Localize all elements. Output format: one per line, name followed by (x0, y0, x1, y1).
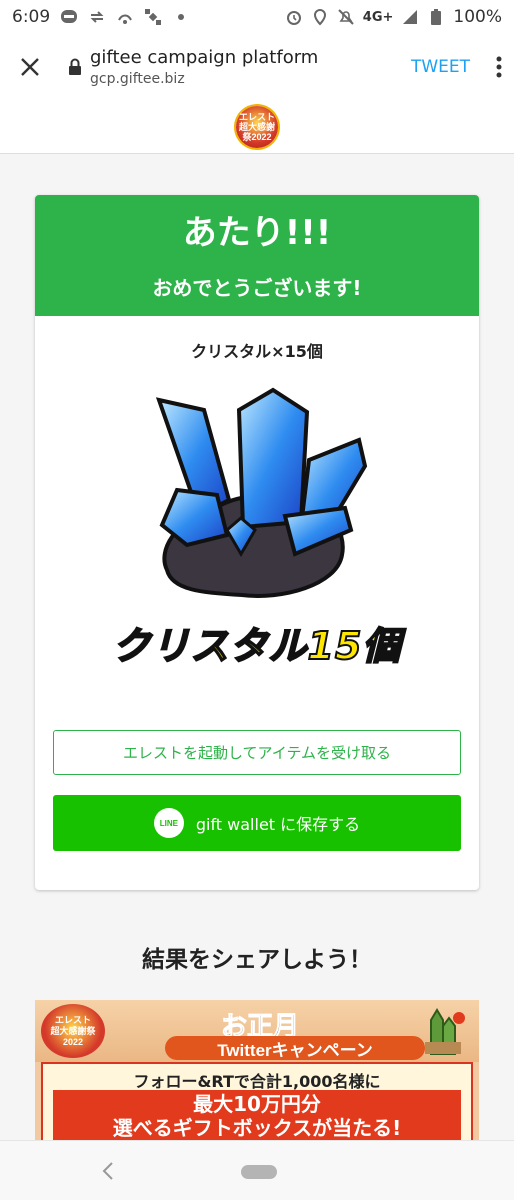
browser-toolbar: giftee campaign platform gcp.giftee.biz … (0, 34, 514, 100)
banner-emblem-line-1: エレスト (54, 1014, 91, 1025)
dot-icon (172, 8, 190, 26)
banner-campaign-label: Twitterキャンペーン (165, 1036, 425, 1060)
banner-prize-box: 最大10万円分 選べるギフトボックスが当たる! (53, 1090, 461, 1140)
banner-body: フォロー&RTで合計1,000名様に 最大10万円分 選べるギフトボックスが当た… (41, 1062, 473, 1140)
sync-icon (88, 8, 106, 26)
result-header: あたり!!! おめでとうございます! (35, 195, 479, 316)
back-button[interactable] (98, 1159, 118, 1183)
page-name: giftee campaign platform (90, 47, 319, 68)
tweet-button[interactable]: TWEET (397, 57, 484, 77)
banner-follow-text: フォロー&RTで合計1,000名様に (133, 1072, 381, 1091)
back-icon (102, 1162, 113, 1180)
lock-icon (60, 58, 90, 76)
home-pill-icon[interactable] (241, 1165, 277, 1179)
banner-emblem-line-2: 超大感謝祭 (50, 1025, 96, 1036)
kadomatsu-icon (425, 1008, 465, 1055)
line-logo-icon: LINE (153, 808, 184, 838)
battery-icon (427, 8, 445, 26)
prize-image-caption: クリスタル15個 (112, 623, 402, 669)
banner-prize-line-1: 最大10万円分 (193, 1092, 321, 1116)
receive-in-app-button[interactable]: エレストを起動してアイテムを受け取る (53, 730, 461, 775)
url-block[interactable]: giftee campaign platform gcp.giftee.biz (90, 46, 397, 88)
location-icon (311, 8, 329, 26)
satellite-icon (144, 8, 162, 26)
close-button[interactable] (0, 34, 60, 100)
alarm-icon (285, 8, 303, 26)
network-type: 4G+ (362, 9, 394, 25)
share-title: 結果をシェアしよう！ (142, 947, 372, 973)
close-icon (21, 58, 39, 76)
banner-emblem: エレスト 超大感謝祭 2022 (41, 1004, 105, 1058)
campaign-logo[interactable]: エレスト超大感謝祭2022 (236, 105, 278, 148)
battery-level: 100% (453, 7, 502, 27)
hit-title: あたり!!! (182, 213, 332, 253)
prize-image: クリスタル15個 (107, 380, 407, 670)
result-card: あたり!!! おめでとうございます! クリスタル×15個 クリスタル15個 エレ… (35, 195, 479, 890)
status-time: 6:09 (12, 7, 51, 27)
crystal-icon (155, 387, 368, 598)
more-vert-icon (496, 56, 502, 78)
system-nav-bar (0, 1140, 514, 1200)
campaign-banner[interactable]: エレスト 超大感謝祭 2022 お正月 Twitterキャンペーン フォロー&R… (35, 1000, 479, 1140)
prize-name: クリスタル×15個 (191, 342, 323, 361)
wallet-button-label: gift wallet に保存する (195, 815, 361, 834)
line-notification-icon (60, 8, 78, 26)
site-header: エレスト超大感謝祭2022 (0, 100, 514, 154)
signal-icon (401, 8, 419, 26)
wifi-call-icon (116, 8, 134, 26)
banner-emblem-line-3: 2022 (62, 1036, 84, 1047)
mute-icon (337, 8, 355, 26)
status-bar: 6:09 4G+ 100% (0, 0, 514, 34)
congrats-text: おめでとうございます! (152, 276, 362, 300)
more-menu-button[interactable] (484, 56, 514, 78)
save-to-gift-wallet-button[interactable]: LINE gift wallet に保存する (53, 795, 461, 851)
banner-prize-line-2: 選べるギフトボックスが当たる! (112, 1116, 402, 1140)
page-domain: gcp.giftee.biz (90, 71, 185, 87)
